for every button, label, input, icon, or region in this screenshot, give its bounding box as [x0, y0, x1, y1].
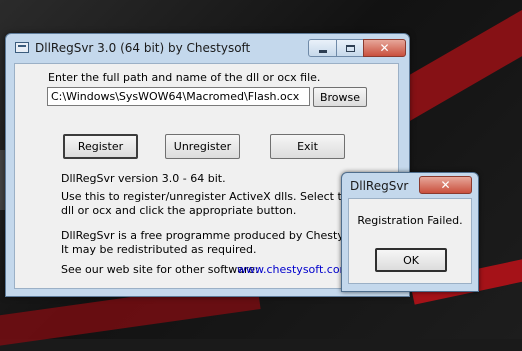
- info-version: DllRegSvr version 3.0 - 64 bit.: [61, 172, 226, 185]
- unregister-label: Unregister: [173, 140, 232, 153]
- app-icon: [15, 42, 29, 53]
- message-box-title: DllRegSvr: [350, 179, 409, 193]
- minimize-icon: [318, 50, 327, 53]
- title-bar[interactable]: DllRegSvr 3.0 (64 bit) by Chestysoft ✕: [6, 34, 409, 62]
- unregister-button[interactable]: Unregister: [165, 134, 240, 159]
- path-prompt-label: Enter the full path and name of the dll …: [48, 71, 321, 84]
- browse-button[interactable]: Browse: [313, 87, 367, 107]
- close-icon: ✕: [440, 178, 451, 192]
- close-button[interactable]: ✕: [363, 39, 406, 57]
- register-label: Register: [77, 140, 124, 153]
- message-box-close-button[interactable]: ✕: [419, 176, 472, 194]
- path-input[interactable]: [47, 87, 310, 106]
- minimize-button[interactable]: [308, 39, 337, 57]
- message-box-client: Registration Failed. OK: [348, 198, 472, 284]
- exit-label: Exit: [297, 140, 318, 153]
- website-label: See our web site for other software:: [61, 263, 259, 276]
- maximize-icon: [345, 44, 355, 52]
- window-title: DllRegSvr 3.0 (64 bit) by Chestysoft: [35, 41, 251, 55]
- info-usage-cont: dll or ocx and click the appropriate but…: [61, 204, 297, 217]
- maximize-button[interactable]: [336, 39, 364, 57]
- message-text: Registration Failed.: [357, 214, 463, 227]
- close-icon: ✕: [379, 41, 390, 55]
- message-box: DllRegSvr ✕ Registration Failed. OK: [341, 172, 479, 292]
- exit-button[interactable]: Exit: [270, 134, 345, 159]
- info-usage: Use this to register/unregister ActiveX …: [61, 190, 356, 203]
- register-button[interactable]: Register: [63, 134, 138, 159]
- info-redistribute: It may be redistributed as required.: [61, 243, 257, 256]
- browse-label: Browse: [319, 90, 361, 104]
- website-link[interactable]: www.chestysoft.com: [237, 263, 350, 276]
- ok-button[interactable]: OK: [375, 248, 447, 272]
- ok-label: OK: [403, 253, 419, 267]
- info-free: DllRegSvr is a free programme produced b…: [61, 229, 368, 242]
